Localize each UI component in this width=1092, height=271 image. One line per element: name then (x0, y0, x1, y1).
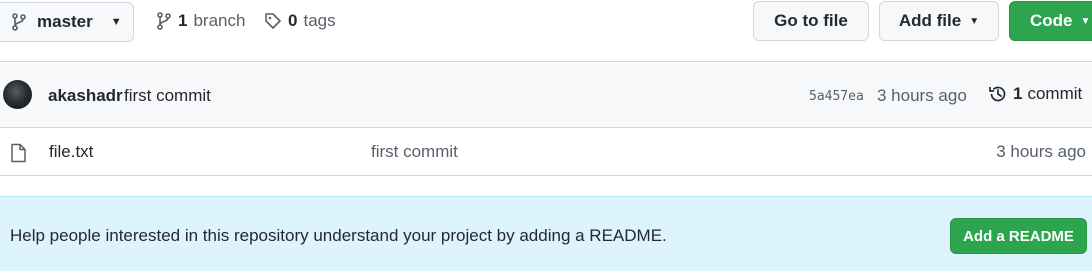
readme-prompt-text: Help people interested in this repositor… (10, 226, 667, 245)
branch-select-button[interactable]: master ▼ (0, 2, 134, 42)
file-icon (10, 143, 27, 163)
git-branch-icon (11, 13, 27, 31)
file-commit-time: 3 hours ago (996, 142, 1086, 161)
tag-icon (264, 12, 282, 30)
branches-link[interactable]: 1 branch (156, 10, 245, 32)
branch-count: 1 (178, 11, 188, 30)
branch-label: branch (193, 11, 246, 30)
commits-history-link[interactable]: 1 commit (988, 84, 1082, 104)
caret-down-icon: ▼ (110, 16, 122, 28)
go-to-file-button[interactable]: Go to file (753, 1, 869, 41)
git-branch-icon (156, 12, 172, 30)
commit-author[interactable]: akashadr (48, 86, 123, 106)
add-readme-button[interactable]: Add a README (950, 218, 1087, 254)
commit-time: 3 hours ago (877, 86, 967, 105)
file-commit-message[interactable]: first commit (371, 142, 458, 162)
go-to-file-label: Go to file (774, 11, 848, 30)
avatar[interactable] (3, 80, 32, 109)
code-button[interactable]: Code ▼ (1009, 1, 1092, 41)
tag-count: 0 (288, 11, 298, 30)
commit-sha[interactable]: 5a457ea (809, 89, 864, 104)
branch-name: master (37, 12, 93, 31)
tags-link[interactable]: 0 tags (264, 10, 336, 32)
add-file-label: Add file (898, 11, 962, 30)
file-row: file.txt first commit 3 hours ago (0, 128, 1092, 176)
commit-message[interactable]: first commit (124, 86, 211, 106)
history-icon (988, 84, 1008, 104)
commit-count: 1 (1013, 84, 1023, 103)
readme-banner: Help people interested in this repositor… (0, 196, 1092, 271)
add-file-button[interactable]: Add file ▼ (879, 1, 999, 41)
caret-down-icon: ▼ (1080, 15, 1091, 27)
repo-toolbar: master ▼ 1 branch 0 tags Go to file Add … (0, 0, 1092, 50)
commit-label: commit (1027, 84, 1083, 103)
add-readme-label: Add a README (963, 227, 1074, 245)
file-name-link[interactable]: file.txt (49, 142, 93, 162)
code-label: Code (1030, 11, 1073, 30)
caret-down-icon: ▼ (969, 15, 980, 27)
tag-label: tags (303, 11, 336, 30)
latest-commit-bar: akashadr first commit 5a457ea 3 hours ag… (0, 61, 1092, 128)
